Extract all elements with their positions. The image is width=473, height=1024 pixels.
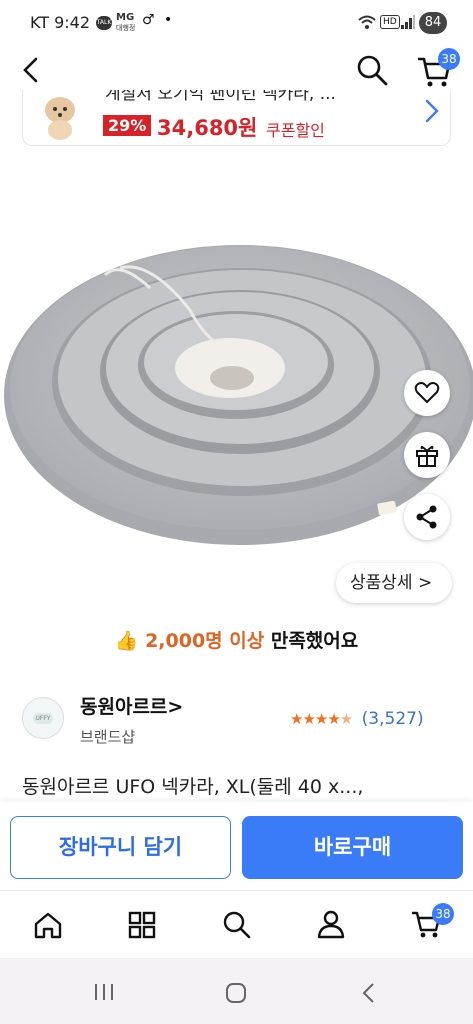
discount-badge: 29% — [103, 115, 152, 136]
satisfaction-line: 👍 2,000명 이상 만족했어요 — [0, 626, 473, 653]
carrier-mini-sub: 대행정 — [116, 24, 136, 32]
tab-cart-button[interactable]: 38 — [410, 903, 454, 941]
cart-count-badge: 38 — [438, 48, 460, 70]
brand-logo[interactable]: UFFY — [22, 697, 64, 739]
buy-now-button[interactable]: 바로구매 — [242, 816, 463, 879]
tab-search-icon[interactable] — [222, 910, 252, 940]
promo-title: 계절처 오기억 팬이런 넥카라, ... — [105, 90, 336, 104]
rating-stars: ★★★★★ — [290, 710, 353, 728]
cart-button[interactable]: 38 — [416, 48, 460, 88]
top-nav: 38 — [0, 46, 473, 94]
review-count: (3,527) — [361, 709, 424, 729]
brand-logo-text: UFFY — [32, 712, 54, 724]
tab-cart-badge: 38 — [432, 903, 454, 925]
system-nav-bar — [0, 958, 473, 1024]
home-nav-icon[interactable] — [225, 982, 247, 1004]
wishlist-button[interactable] — [404, 370, 450, 416]
status-time: KT 9:42 — [30, 13, 91, 32]
back-nav-icon[interactable] — [360, 982, 376, 1004]
thumbs-up-icon: 👍 — [114, 630, 139, 652]
battery-indicator: 84 — [419, 12, 447, 34]
dot-icon: • — [164, 12, 173, 28]
signal-icon — [401, 15, 415, 29]
status-bar: KT 9:42 TALK MG 대행정 ♂ • HD 84 — [0, 0, 473, 46]
search-icon[interactable] — [356, 54, 388, 86]
rating[interactable]: ★★★★★ (3,527) — [290, 709, 424, 729]
product-detail-button[interactable]: 상품상세 > — [336, 563, 452, 603]
promo-card[interactable]: 계절처 오기억 팬이런 넥카라, ... 29% 34,680원 쿠폰할인 — [22, 90, 451, 146]
gift-icon — [416, 445, 438, 467]
satisfaction-suffix: 만족했어요 — [264, 630, 359, 652]
product-image-area — [0, 160, 473, 620]
chevron-right-icon — [425, 99, 439, 123]
share-icon — [416, 505, 437, 529]
brand-name-link[interactable]: 동원아르르> — [80, 692, 183, 719]
share-button[interactable] — [404, 494, 450, 540]
wifi-icon — [358, 15, 376, 29]
brand-shop-label: 브랜드샵 — [80, 728, 136, 746]
carrier-mini-label: MG — [116, 12, 135, 23]
bottom-tab-bar: 38 — [0, 890, 473, 958]
category-grid-icon[interactable] — [128, 911, 156, 939]
talk-icon: TALK — [96, 16, 112, 30]
add-to-cart-button[interactable]: 장바구니 담기 — [10, 816, 231, 879]
my-page-icon[interactable] — [316, 909, 346, 939]
home-icon[interactable] — [33, 911, 63, 939]
heart-icon — [414, 382, 440, 403]
purchase-action-bar: 장바구니 담기 바로구매 — [0, 802, 473, 890]
coupon-label: 쿠폰할인 — [266, 121, 325, 140]
product-title: 동원아르르 UFO 넥카라, XL(둘레 40 x..., — [22, 776, 364, 798]
notification-icon: ♂ — [142, 12, 155, 28]
gift-button[interactable] — [404, 432, 450, 478]
product-image[interactable] — [0, 160, 473, 620]
satisfaction-count: 2,000명 이상 — [145, 630, 265, 652]
promo-price: 34,680원 — [157, 116, 258, 140]
dog-thumbnail — [45, 97, 75, 140]
hd-badge: HD — [380, 15, 400, 29]
back-icon[interactable] — [20, 56, 42, 84]
recent-apps-icon[interactable] — [93, 982, 115, 1002]
